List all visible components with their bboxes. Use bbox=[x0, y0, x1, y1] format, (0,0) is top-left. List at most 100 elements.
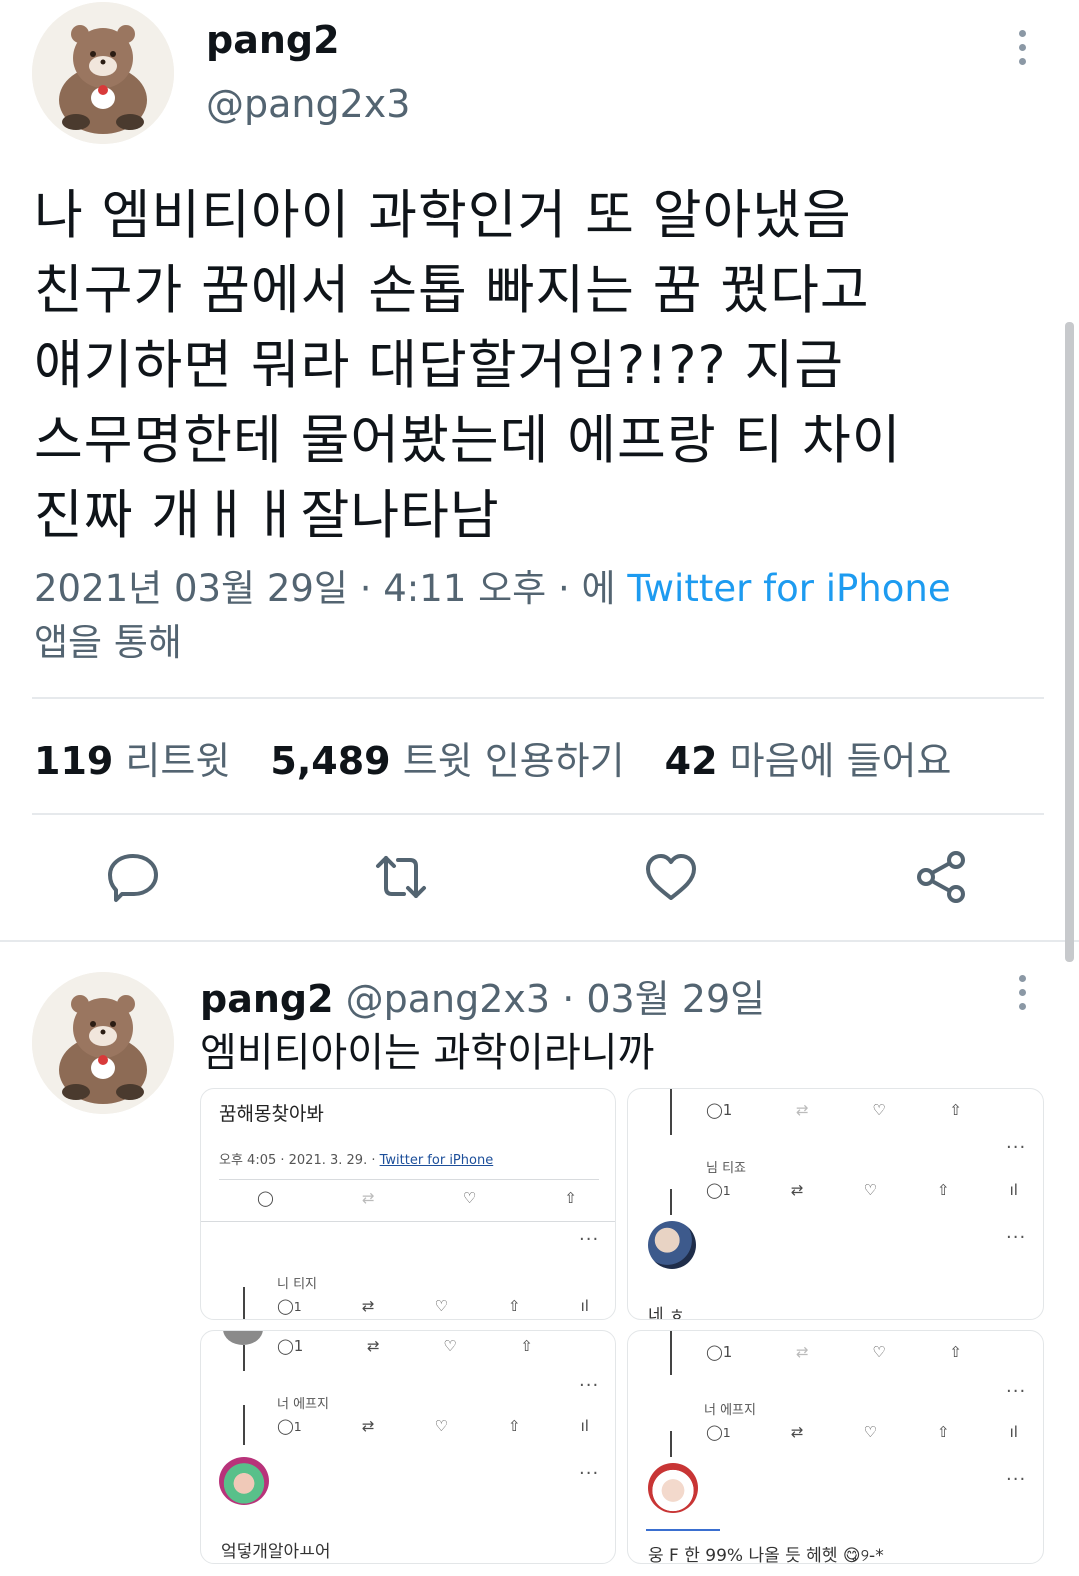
attached-image-1[interactable]: 꿈해몽찾아봐 오후 4:05 · 2021. 3. 29. · Twitter … bbox=[200, 1088, 616, 1320]
reply-count: 1 bbox=[293, 1419, 302, 1434]
panel-avatar bbox=[219, 1457, 269, 1505]
author-handle[interactable]: @pang2x3 bbox=[206, 82, 410, 126]
panel-reply-text: 네 ㅎ bbox=[648, 1306, 685, 1320]
retweet-icon: ⇄ bbox=[361, 1417, 375, 1435]
like-icon: ♡ bbox=[434, 1417, 448, 1435]
reply-icon: ◯1 bbox=[706, 1181, 731, 1199]
more-icon: ··· bbox=[1006, 1227, 1027, 1248]
retweet-icon[interactable] bbox=[374, 850, 428, 904]
reply-icon[interactable] bbox=[106, 850, 160, 904]
panel-tweet-meta: 오후 4:05 · 2021. 3. 29. · Twitter for iPh… bbox=[219, 1149, 493, 1168]
share-icon: ⇧ bbox=[507, 1417, 521, 1435]
author-avatar[interactable] bbox=[32, 2, 174, 144]
share-icon: ⇧ bbox=[507, 1297, 521, 1315]
panel-action-bar: ◯ ⇄ ♡ ⇧ bbox=[257, 1189, 577, 1207]
panel-avatar bbox=[223, 1331, 263, 1345]
author-display-name[interactable]: pang2 bbox=[206, 18, 340, 62]
tweet-text-line: 진짜 개ㅐㅐ잘나타남 bbox=[34, 485, 500, 546]
like-icon: ♡ bbox=[462, 1189, 477, 1207]
panel-action-bar: ◯1 ⇄ ♡ ⇧ ıl bbox=[277, 1297, 589, 1315]
panel-reply-text: 너 에프지 bbox=[704, 1403, 756, 1418]
thread-line bbox=[670, 1189, 672, 1215]
reply-icon: ◯1 bbox=[706, 1423, 731, 1441]
retweets-count: 119 bbox=[34, 739, 114, 783]
like-icon[interactable] bbox=[644, 850, 698, 904]
retweets-stat[interactable]: 119 리트윗 bbox=[34, 739, 230, 783]
share-icon: ⇧ bbox=[949, 1101, 962, 1119]
panel-action-bar: ◯1 ⇄ ♡ ⇧ bbox=[706, 1343, 962, 1361]
reply-icon: ◯1 bbox=[706, 1101, 733, 1119]
more-icon: ··· bbox=[579, 1229, 600, 1250]
attached-image-3[interactable]: ◯1 ⇄ ♡ ⇧ ··· 너 에프지 ◯1 ⇄ ♡ ⇧ ıl ··· 엌덯개알아ㅛ어 bbox=[200, 1330, 616, 1564]
tweet-source-link[interactable]: Twitter for iPhone bbox=[627, 567, 950, 610]
meta-separator: · bbox=[359, 567, 384, 610]
like-icon: ♡ bbox=[863, 1181, 877, 1199]
reply-count: 1 bbox=[293, 1299, 302, 1314]
more-icon: ··· bbox=[1006, 1381, 1027, 1402]
retweet-icon: ⇄ bbox=[361, 1297, 375, 1315]
reply-icon: ◯ bbox=[257, 1189, 274, 1207]
tweet-time[interactable]: 4:11 오후 bbox=[383, 567, 546, 610]
reply-handle[interactable]: @pang2x3 bbox=[346, 977, 550, 1021]
tweet-text-line: 얘기하면 뭐라 대답할거임?!?? 지금 bbox=[34, 335, 845, 396]
more-icon: ··· bbox=[579, 1375, 600, 1396]
more-icon: ··· bbox=[1006, 1469, 1027, 1490]
more-vert-icon[interactable] bbox=[1016, 30, 1028, 65]
like-icon: ♡ bbox=[872, 1343, 886, 1361]
panel-underline bbox=[646, 1529, 720, 1531]
thread-line bbox=[243, 1287, 245, 1319]
retweet-icon: ⇄ bbox=[790, 1181, 804, 1199]
quotes-stat[interactable]: 5,489 트윗 인용하기 bbox=[270, 739, 624, 783]
reply-text: 엠비티아이는 과학이라니까 bbox=[200, 1030, 655, 1076]
quotes-count: 5,489 bbox=[270, 739, 391, 783]
tweet-date[interactable]: 2021년 03월 29일 bbox=[34, 567, 348, 610]
more-icon: ··· bbox=[579, 1463, 600, 1484]
analytics-icon: ıl bbox=[580, 1417, 589, 1435]
share-icon[interactable] bbox=[914, 850, 968, 904]
scrollbar[interactable] bbox=[1065, 322, 1074, 962]
like-icon: ♡ bbox=[863, 1423, 877, 1441]
reply-header: pang2 @pang2x3 · 03월 29일 bbox=[200, 968, 765, 1023]
tweet-text-line: 친구가 꿈에서 손톱 빠지는 꿈 꿨다고 bbox=[34, 260, 870, 321]
analytics-icon: ıl bbox=[1009, 1423, 1018, 1441]
thread-line bbox=[243, 1405, 245, 1445]
share-icon: ⇧ bbox=[936, 1181, 950, 1199]
more-vert-icon[interactable] bbox=[1016, 975, 1028, 1010]
reply-count: 1 bbox=[722, 1183, 731, 1198]
thread-line bbox=[670, 1331, 672, 1375]
tweet-text: 나 엠비티아이 과학인거 또 알아냈음 친구가 꿈에서 손톱 빠지는 꿈 꿨다고… bbox=[34, 178, 1044, 553]
attached-image-2[interactable]: ◯1 ⇄ ♡ ⇧ ··· 님 티죠 ◯1 ⇄ ♡ ⇧ ıl ··· 네 ㅎ bbox=[627, 1088, 1044, 1320]
divider bbox=[32, 813, 1044, 815]
retweet-icon: ⇄ bbox=[367, 1337, 380, 1355]
reply-icon: ◯1 bbox=[706, 1343, 733, 1361]
likes-stat[interactable]: 42 마음에 들어요 bbox=[665, 739, 952, 783]
reply-display-name[interactable]: pang2 bbox=[200, 977, 334, 1021]
tweet-text-line: 스무명한테 물어봤는데 에프랑 티 차이 bbox=[34, 410, 902, 471]
panel-reply-text: 너 에프지 bbox=[277, 1397, 329, 1412]
attached-image-4[interactable]: ◯1 ⇄ ♡ ⇧ ··· 너 에프지 ◯1 ⇄ ♡ ⇧ ıl ··· 웅 F 한 99% 나올… bbox=[627, 1330, 1044, 1564]
panel-action-bar: ◯1 ⇄ ♡ ⇧ ıl bbox=[706, 1181, 1018, 1199]
likes-label: 마음에 들어요 bbox=[729, 739, 952, 783]
analytics-icon: ıl bbox=[1009, 1181, 1018, 1199]
like-icon: ♡ bbox=[443, 1337, 457, 1355]
reply-icon: ◯1 bbox=[277, 1417, 302, 1435]
panel-action-bar: ◯1 ⇄ ♡ ⇧ ıl bbox=[277, 1417, 589, 1435]
retweet-icon: ⇄ bbox=[790, 1423, 804, 1441]
panel-avatar bbox=[648, 1221, 696, 1269]
reply-icon: ◯1 bbox=[277, 1297, 302, 1315]
reply-author-avatar[interactable] bbox=[32, 972, 174, 1114]
panel-meta-time: 오후 4:05 · 2021. 3. 29. · bbox=[219, 1153, 380, 1168]
panel-source-link: Twitter for iPhone bbox=[379, 1153, 494, 1168]
reply-date[interactable]: 03월 29일 bbox=[586, 977, 765, 1021]
panel-reply-text: 니 티지 bbox=[277, 1277, 318, 1292]
meta-separator: · bbox=[562, 977, 587, 1021]
analytics-icon: ıl bbox=[580, 1297, 589, 1315]
panel-tweet-text: 꿈해몽찾아봐 bbox=[219, 1103, 324, 1125]
panel-action-bar: ◯1 ⇄ ♡ ⇧ ıl bbox=[706, 1423, 1018, 1441]
retweets-label: 리트윗 bbox=[125, 739, 231, 783]
share-icon: ⇧ bbox=[564, 1189, 577, 1207]
thread-line bbox=[670, 1431, 672, 1457]
likes-count: 42 bbox=[664, 739, 718, 783]
divider bbox=[32, 697, 1044, 699]
share-icon: ⇧ bbox=[520, 1337, 533, 1355]
